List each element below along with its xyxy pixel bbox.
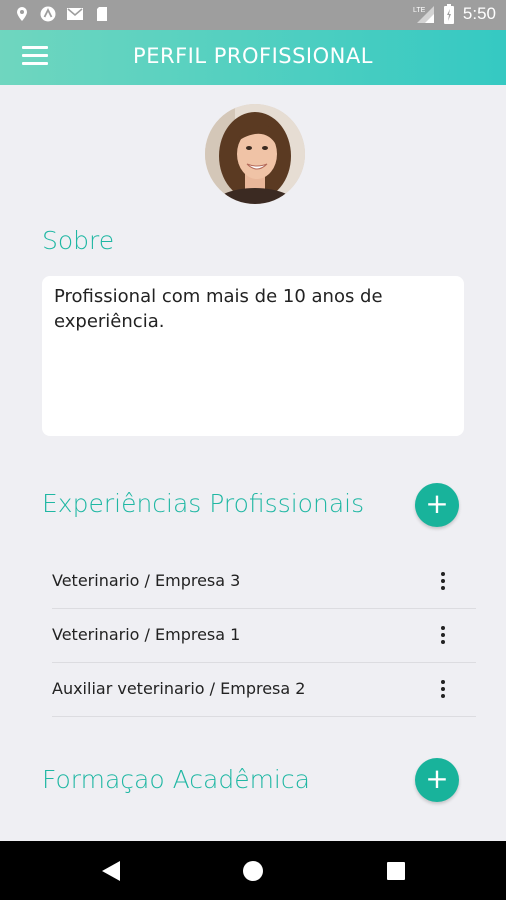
navigation-bar [0,841,506,900]
back-icon[interactable] [100,860,122,882]
list-item[interactable]: Veterinario / Empresa 3 [52,555,476,609]
list-item[interactable]: Auxiliar veterinario / Empresa 2 [52,663,476,717]
location-pin-icon [17,7,27,21]
experience-label: Veterinario / Empresa 1 [52,625,241,644]
add-education-button[interactable]: + [415,758,459,802]
more-options-icon[interactable] [438,626,448,646]
about-text[interactable]: Profissional com mais de 10 anos de expe… [54,284,450,334]
status-time: 5:50 [462,4,496,23]
more-options-icon[interactable] [438,572,448,592]
gmail-icon [67,8,83,20]
app-bar: PERFIL PROFISSIONAL [0,30,506,85]
more-options-icon[interactable] [438,680,448,700]
profile-photo [205,104,305,204]
app-icon [40,6,56,22]
sd-card-icon [97,7,107,21]
add-experience-button[interactable]: + [415,483,459,527]
avatar[interactable] [205,104,305,204]
experience-label: Veterinario / Empresa 3 [52,571,241,590]
battery-icon [443,4,454,24]
about-card[interactable]: Profissional com mais de 10 anos de expe… [42,276,464,436]
education-title: Formaçao Acadêmica [42,765,310,794]
status-bar: LTE 5:50 [0,0,506,30]
home-icon[interactable] [242,860,264,882]
list-item[interactable]: Veterinario / Empresa 1 [52,609,476,663]
page-title: PERFIL PROFISSIONAL [133,44,373,68]
experience-label: Auxiliar veterinario / Empresa 2 [52,679,306,698]
svg-text:LTE: LTE [413,7,426,14]
signal-icon: LTE [413,6,434,23]
experience-list: Veterinario / Empresa 3 Veterinario / Em… [52,555,476,717]
status-right: LTE 5:50 [413,4,496,24]
experiences-title: Experiências Profissionais [42,489,365,518]
recents-icon[interactable] [386,861,406,881]
about-title: Sobre [42,226,115,255]
status-left-icons [14,6,110,22]
